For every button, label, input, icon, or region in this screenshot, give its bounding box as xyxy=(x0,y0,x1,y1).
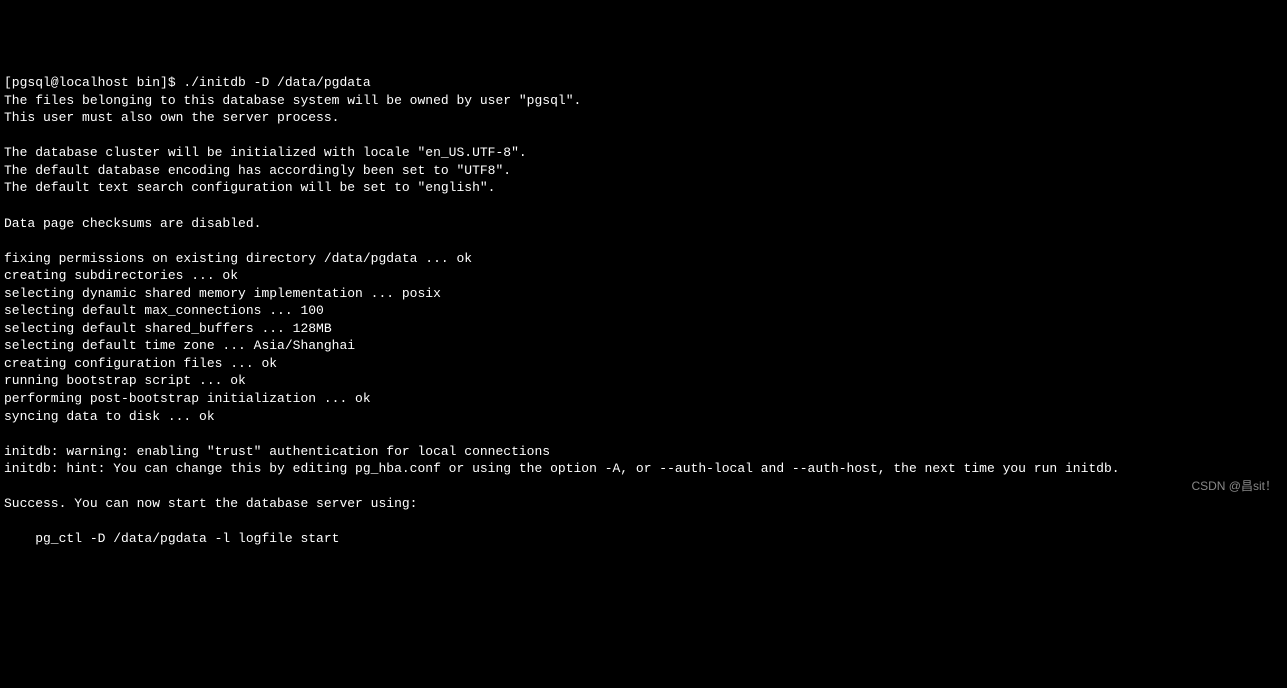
terminal-line: This user must also own the server proce… xyxy=(4,109,1283,127)
terminal-line: Success. You can now start the database … xyxy=(4,495,1283,513)
terminal-line xyxy=(4,197,1283,215)
terminal-line: The default text search configuration wi… xyxy=(4,179,1283,197)
terminal-line: The database cluster will be initialized… xyxy=(4,144,1283,162)
terminal-line: selecting dynamic shared memory implemen… xyxy=(4,285,1283,303)
terminal-line: initdb: warning: enabling "trust" authen… xyxy=(4,443,1283,461)
terminal-line xyxy=(4,478,1283,496)
terminal-line: Data page checksums are disabled. xyxy=(4,215,1283,233)
terminal-line: creating configuration files ... ok xyxy=(4,355,1283,373)
terminal-line: performing post-bootstrap initialization… xyxy=(4,390,1283,408)
terminal-line: initdb: hint: You can change this by edi… xyxy=(4,460,1283,478)
terminal-line: running bootstrap script ... ok xyxy=(4,372,1283,390)
terminal-line: selecting default time zone ... Asia/Sha… xyxy=(4,337,1283,355)
terminal-line: syncing data to disk ... ok xyxy=(4,408,1283,426)
terminal-line: creating subdirectories ... ok xyxy=(4,267,1283,285)
terminal-line: The files belonging to this database sys… xyxy=(4,92,1283,110)
terminal-line: pg_ctl -D /data/pgdata -l logfile start xyxy=(4,530,1283,548)
terminal-output[interactable]: [pgsql@localhost bin]$ ./initdb -D /data… xyxy=(4,74,1283,565)
terminal-line: The default database encoding has accord… xyxy=(4,162,1283,180)
watermark-text: CSDN @昌sit！ xyxy=(1191,478,1277,494)
terminal-line: selecting default max_connections ... 10… xyxy=(4,302,1283,320)
terminal-line xyxy=(4,127,1283,145)
terminal-line xyxy=(4,548,1283,566)
terminal-line: fixing permissions on existing directory… xyxy=(4,250,1283,268)
terminal-line: selecting default shared_buffers ... 128… xyxy=(4,320,1283,338)
terminal-line: [pgsql@localhost bin]$ ./initdb -D /data… xyxy=(4,74,1283,92)
terminal-line xyxy=(4,425,1283,443)
terminal-line xyxy=(4,232,1283,250)
terminal-line xyxy=(4,513,1283,531)
